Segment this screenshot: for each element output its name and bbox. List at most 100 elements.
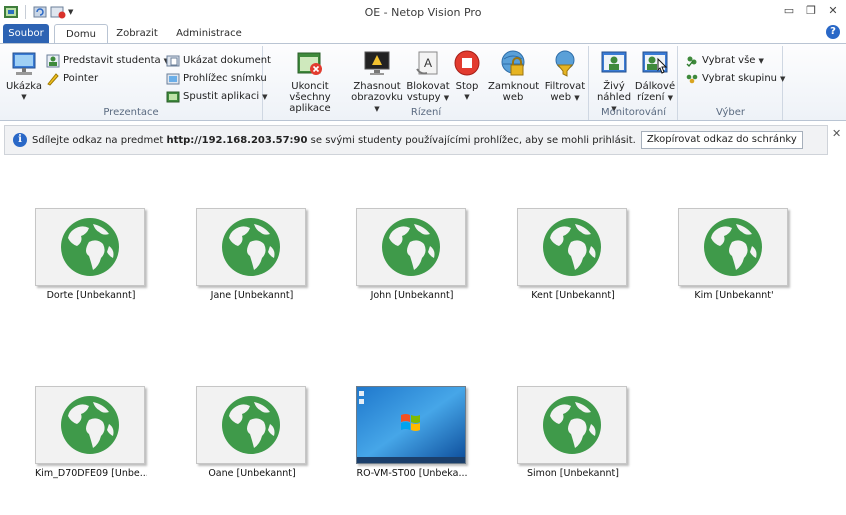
- zhasnout-label-2: obrazovku: [351, 92, 403, 103]
- launch-app-icon: [166, 90, 180, 104]
- student-tile[interactable]: Kim [Unbekannt': [678, 208, 790, 301]
- vybrat-skupinu-button[interactable]: Vybrat skupinu ▼: [685, 70, 785, 87]
- student-tile[interactable]: Dorte [Unbekannt]: [35, 208, 147, 301]
- blank-screen-icon: [362, 49, 392, 79]
- group-monitorovani: Živý náhled ▼ Dálkové rízení ▼ Monitorov…: [590, 46, 678, 120]
- document-icon: [166, 54, 180, 68]
- student-tile[interactable]: Oane [Unbekannt]: [196, 386, 308, 479]
- student-screen-globe: [196, 208, 306, 286]
- group-vyber: Vybrat vše ▼ Vybrat skupinu ▼ Výber: [679, 46, 785, 120]
- blokovat-dropdown-icon: ▼: [443, 94, 450, 102]
- vybrat-skupinu-dropdown-icon: ▼: [780, 74, 786, 83]
- zivy-label-2: náhled: [596, 92, 632, 103]
- globe-icon: [222, 218, 280, 276]
- student-name: Kent [Unbekannt]: [531, 290, 615, 301]
- zhasnout-obrazovku-button[interactable]: Zhasnout obrazovku ▼: [350, 49, 404, 115]
- minimize-icon[interactable]: ▭: [782, 3, 796, 17]
- blokovat-label-1: Blokovat: [406, 81, 450, 92]
- student-tile[interactable]: John [Unbekannt]: [356, 208, 468, 301]
- student-tile[interactable]: Jane [Unbekannt]: [196, 208, 308, 301]
- group-label-vyber: Výber: [715, 107, 746, 118]
- student-screen-globe: [35, 386, 145, 464]
- live-view-icon: [599, 49, 629, 79]
- window-controls: ▭ ❐ ✕: [782, 3, 840, 17]
- blokovat-label-2: vstupy: [406, 92, 441, 103]
- student-screen-desktop: [356, 386, 466, 464]
- window-title: OE - Netop Vision Pro: [364, 6, 482, 19]
- ukoncit-aplikace-button[interactable]: Ukoncit všechny aplikace: [272, 49, 348, 114]
- blokovat-vstupy-button[interactable]: A Blokovat vstupy ▼: [404, 49, 452, 104]
- student-tile[interactable]: Kent [Unbekannt]: [517, 208, 629, 301]
- filtrovat-web-button[interactable]: Filtrovat web ▼: [542, 49, 588, 104]
- zamknout-web-button[interactable]: Zamknout web: [488, 49, 540, 103]
- student-name: Jane [Unbekannt]: [210, 290, 294, 301]
- remote-control-icon: [640, 49, 670, 79]
- tab-administrace[interactable]: Administrace: [170, 24, 248, 44]
- group-label-monitorovani: Monitorování: [600, 107, 667, 118]
- vybrat-skupinu-label: Vybrat skupinu: [702, 73, 778, 84]
- vybrat-vse-dropdown-icon: ▼: [758, 56, 764, 65]
- globe-icon: [61, 396, 119, 454]
- pointer-button[interactable]: Pointer: [46, 70, 98, 87]
- globe-icon: [61, 218, 119, 276]
- student-name: Kim [Unbekannt': [694, 290, 774, 301]
- ribbon: Ukázka ▼ Predstavit studenta ▼ Pointer U…: [0, 43, 846, 121]
- student-screen-globe: [517, 386, 627, 464]
- student-screen-globe: [517, 208, 627, 286]
- tab-domu[interactable]: Domu: [54, 24, 108, 44]
- vybrat-vse-button[interactable]: Vybrat vše ▼: [685, 52, 764, 69]
- infobar-message: Sdílejte odkaz na predmet http://192.168…: [32, 135, 636, 146]
- student-screen-globe: [196, 386, 306, 464]
- globe-icon: [382, 218, 440, 276]
- tab-soubor[interactable]: Soubor: [3, 24, 49, 44]
- group-label-prezentace: Prezentace: [103, 107, 159, 118]
- ukazat-dokument-button[interactable]: Ukázat dokument: [166, 52, 271, 69]
- stop-label: Stop: [455, 81, 479, 92]
- globe-icon: [704, 218, 762, 276]
- prohlizec-snimku-button[interactable]: Prohlížec snímku: [166, 70, 267, 87]
- student-screen-globe: [356, 208, 466, 286]
- stop-dropdown-icon: ▼: [464, 93, 470, 101]
- student-name: Kim_D70DFE09 [Unbe...: [35, 468, 147, 479]
- dalkove-rizeni-button[interactable]: Dálkové rízení ▼: [634, 49, 676, 104]
- predstavit-studenta-button[interactable]: Predstavit studenta ▼: [46, 52, 169, 69]
- student-tile[interactable]: Kim_D70DFE09 [Unbe...: [35, 386, 147, 479]
- ukazat-dokument-label: Ukázat dokument: [183, 55, 271, 66]
- lock-web-icon: [498, 49, 528, 79]
- spustit-label: Spustit aplikaci: [183, 91, 260, 102]
- pointer-icon: [46, 72, 60, 86]
- dalkove-dropdown-icon: ▼: [667, 94, 673, 102]
- student-name: RO-VM-ST00 [Unbeka...: [356, 468, 468, 479]
- info-icon: i: [13, 133, 27, 147]
- restore-icon[interactable]: ❐: [804, 3, 818, 17]
- close-icon[interactable]: ✕: [826, 3, 840, 17]
- student-name: Oane [Unbekannt]: [208, 468, 296, 479]
- svg-text:A: A: [424, 56, 432, 70]
- help-icon[interactable]: ?: [826, 25, 840, 39]
- filtrovat-label-1: Filtrovat: [544, 81, 586, 92]
- stop-button[interactable]: Stop ▼: [452, 49, 482, 103]
- group-label-rizeni: Rízení: [410, 107, 442, 118]
- ukazka-button[interactable]: Ukázka ▼: [4, 49, 44, 103]
- infobar-text-after: se svými studenty používajícími prohlíže…: [310, 134, 636, 146]
- tab-zobrazit[interactable]: Zobrazit: [112, 24, 162, 44]
- student-icon: [46, 54, 60, 68]
- zamknout-label-1: Zamknout: [488, 81, 540, 92]
- share-link-infobar: i Sdílejte odkaz na predmet http://192.1…: [4, 125, 828, 155]
- student-tile[interactable]: RO-VM-ST00 [Unbeka...: [356, 386, 468, 479]
- globe-icon: [222, 396, 280, 454]
- student-screen-globe: [678, 208, 788, 286]
- prohlizec-label: Prohlížec snímku: [183, 73, 267, 84]
- ukoncit-label-1: Ukoncit všechny: [289, 81, 331, 103]
- spustit-aplikaci-button[interactable]: Spustit aplikaci ▼: [166, 88, 267, 105]
- close-apps-icon: [295, 49, 325, 79]
- copy-link-button[interactable]: Zkopírovat odkaz do schránky: [640, 131, 803, 149]
- zamknout-label-2: web: [502, 92, 524, 103]
- pointer-label: Pointer: [63, 73, 99, 84]
- zivy-nahled-button[interactable]: Živý náhled ▼: [594, 49, 634, 115]
- student-tile[interactable]: Simon [Unbekannt]: [517, 386, 629, 479]
- slides-icon: [166, 72, 180, 86]
- infobar-close-icon[interactable]: ✕: [832, 127, 841, 140]
- zivy-label-1: Živý: [603, 81, 625, 92]
- filter-web-icon: [550, 49, 580, 79]
